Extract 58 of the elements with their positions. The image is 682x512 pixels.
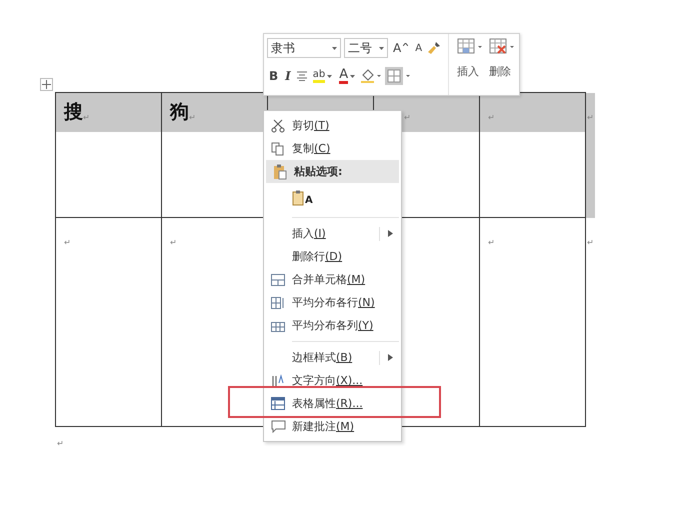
text-direction-icon xyxy=(271,374,285,388)
distribute-columns-icon xyxy=(271,320,285,332)
paragraph-mark: ↵ xyxy=(170,238,177,247)
bold-button[interactable]: B xyxy=(267,69,280,83)
menu-item[interactable]: 剪切(T) xyxy=(264,114,401,137)
paragraph-mark: ↵ xyxy=(488,238,495,247)
row-end-mark: ↵ xyxy=(587,238,595,247)
scissors-icon xyxy=(271,118,285,132)
font-size-dropdown[interactable]: 二号 xyxy=(344,38,388,58)
menu-item[interactable]: 合并单元格(M) xyxy=(264,268,401,291)
paste-options-header: 粘贴选项: xyxy=(266,160,399,183)
menu-item[interactable]: 边框样式(B) xyxy=(264,346,401,369)
paragraph-mark: ↵ xyxy=(83,113,90,122)
dropdown-arrow-icon xyxy=(379,46,384,50)
delete-button[interactable]: 删除 xyxy=(489,64,511,79)
table-properties-icon xyxy=(271,397,285,410)
brush-icon[interactable] xyxy=(427,41,442,55)
align-center-icon[interactable] xyxy=(296,71,308,81)
cell-text: 搜 xyxy=(64,101,83,123)
delete-table-icon[interactable] xyxy=(489,38,515,56)
copy-icon xyxy=(271,142,285,156)
paragraph-mark: ↵ xyxy=(404,113,411,122)
menu-item[interactable]: 表格属性(R)... xyxy=(264,392,401,415)
paint-bucket-icon[interactable] xyxy=(360,68,382,84)
paragraph-mark: ↵ xyxy=(64,238,71,247)
clipboard-icon xyxy=(273,164,287,180)
font-color-button[interactable]: A xyxy=(337,68,358,84)
menu-item[interactable]: 插入(I) xyxy=(264,222,401,245)
table-move-handle[interactable] xyxy=(40,78,53,91)
paragraph-mark: ↵ xyxy=(189,113,196,122)
insert-table-icon[interactable] xyxy=(457,38,483,56)
grow-font-button[interactable]: A xyxy=(391,41,410,55)
italic-button[interactable]: I xyxy=(283,69,293,83)
dropdown-arrow-icon xyxy=(332,46,337,50)
move-icon xyxy=(42,80,51,89)
font-dropdown[interactable]: 隶书 xyxy=(267,38,341,58)
shrink-font-button[interactable]: A xyxy=(413,42,424,54)
paragraph-mark: ↵ xyxy=(488,113,495,122)
borders-icon[interactable] xyxy=(385,67,412,85)
dropdown-arrow-icon xyxy=(350,74,356,78)
paragraph-mark: ↵ xyxy=(57,439,64,448)
comment-icon xyxy=(270,420,286,433)
cell-text: 狗 xyxy=(170,101,189,123)
dropdown-arrow-icon xyxy=(327,74,332,78)
clipboard-icon xyxy=(292,190,304,206)
menu-item[interactable]: 复制(C) xyxy=(264,137,401,160)
insert-button[interactable]: 插入 xyxy=(457,64,479,79)
highlight-button[interactable]: ab xyxy=(310,69,334,83)
menu-item[interactable]: 新建批注(M) xyxy=(264,415,401,438)
merge-cells-icon xyxy=(271,274,285,286)
menu-item[interactable]: 平均分布各行(N) xyxy=(264,291,401,314)
up-caret-icon xyxy=(403,43,408,46)
row-end-mark: ↵ xyxy=(587,113,595,122)
menu-item[interactable]: 删除行(D) xyxy=(264,245,401,268)
paste-keep-text-button[interactable]: A xyxy=(292,190,313,206)
menu-item[interactable]: 文字方向(X)... xyxy=(264,369,401,392)
menu-item[interactable]: 平均分布各列(Y) xyxy=(264,314,401,337)
distribute-rows-icon xyxy=(271,296,285,308)
